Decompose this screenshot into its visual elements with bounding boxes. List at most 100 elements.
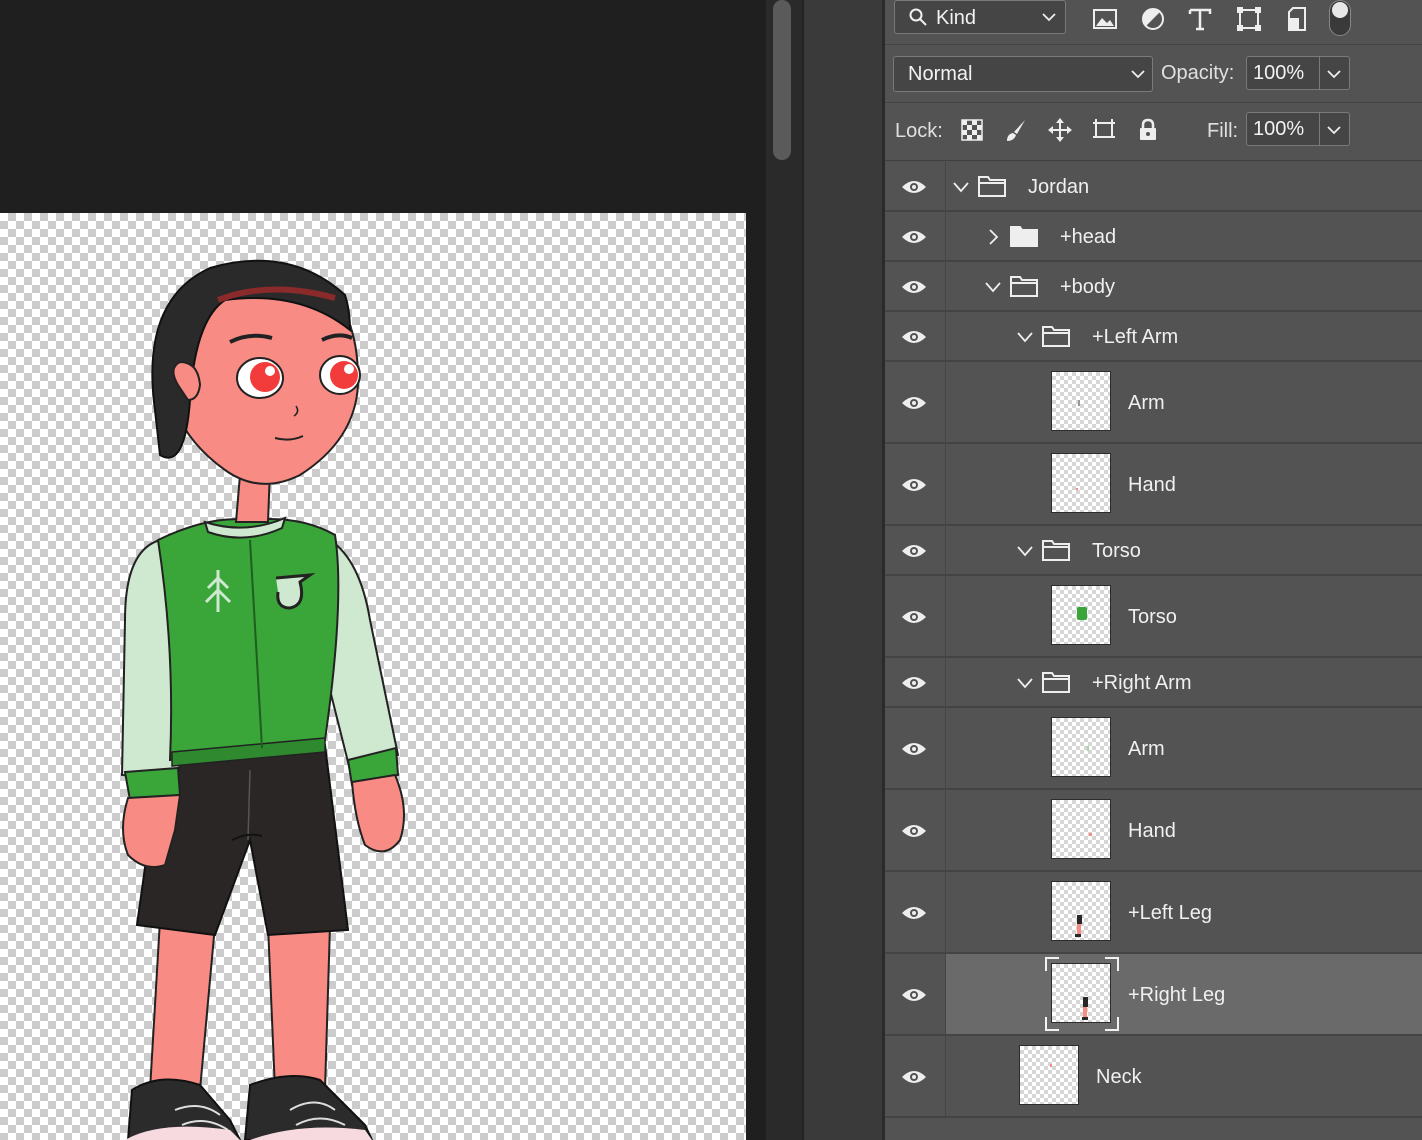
chevron-down-icon[interactable] [953,179,969,195]
chevron-down-icon[interactable] [1017,675,1033,691]
layer-name[interactable]: +head [1060,226,1116,249]
chevron-down-icon[interactable] [1017,543,1033,559]
layer-name[interactable]: Torso [1128,606,1177,629]
chevron-down-icon[interactable] [1017,329,1033,345]
visibility-eye-icon[interactable] [901,229,927,245]
layer-row-head[interactable]: +head [885,212,1422,262]
layer-name[interactable]: +Right Leg [1128,984,1225,1007]
visibility-eye-icon[interactable] [901,987,927,1003]
folder-icon [1042,326,1070,347]
layer-name[interactable]: Hand [1128,820,1176,843]
visibility-eye-icon[interactable] [901,477,927,493]
fill-input[interactable]: 100% [1246,112,1320,146]
visibility-eye-icon[interactable] [901,543,927,559]
folder-icon [1042,540,1070,561]
shape-filter-icon[interactable] [1234,4,1264,34]
layer-row-right-leg[interactable]: +Right Leg [885,954,1422,1036]
selection-corner [1045,1017,1059,1031]
chevron-down-icon [1042,13,1056,22]
lock-all-icon[interactable] [1135,117,1161,143]
layer-row-left-leg[interactable]: +Left Leg [885,872,1422,954]
document-canvas[interactable] [0,213,746,1140]
lock-artboard-icon[interactable] [1091,117,1117,143]
opacity-input[interactable]: 100% [1246,56,1320,90]
type-filter-icon[interactable] [1185,4,1215,34]
selection-corner [1105,957,1119,971]
layer-name[interactable]: Torso [1092,540,1141,563]
layer-thumbnail[interactable] [1051,799,1111,859]
layer-name[interactable]: Hand [1128,474,1176,497]
layer-name[interactable]: Neck [1096,1066,1142,1089]
visibility-eye-icon[interactable] [901,741,927,757]
layer-thumbnail[interactable] [1019,1045,1079,1105]
image-filter-icon[interactable] [1090,4,1120,34]
character-illustration [120,259,405,1140]
layer-row-jordan[interactable]: Jordan [885,162,1422,212]
lock-transparent-pixels-icon[interactable] [959,117,985,143]
chevron-down-icon [1327,126,1341,135]
layer-name[interactable]: +Left Leg [1128,902,1212,925]
visibility-eye-icon[interactable] [901,905,927,921]
selection-corner [1045,957,1059,971]
fill-value: 100% [1253,118,1305,140]
chevron-down-icon [1131,70,1145,79]
layer-thumbnail[interactable] [1051,453,1111,513]
smart-object-filter-icon[interactable] [1283,4,1313,34]
lock-label: Lock: [895,120,943,142]
layer-name[interactable]: +body [1060,276,1115,299]
visibility-eye-icon[interactable] [901,329,927,345]
chevron-right-icon[interactable] [985,229,1001,245]
kind-filter-dropdown[interactable]: Kind [894,0,1066,34]
visibility-eye-icon[interactable] [901,675,927,691]
layers-list: Jordan +head +body +Left Arm Arm Hand To… [885,162,1422,1118]
chevron-down-icon [1327,70,1341,79]
lock-image-pixels-icon[interactable] [1003,117,1029,143]
canvas-area[interactable] [0,0,766,1140]
layer-row-right-arm-arm[interactable]: Arm [885,708,1422,790]
layer-row-torso[interactable]: Torso [885,576,1422,658]
layer-thumbnail[interactable] [1051,371,1111,431]
chevron-down-icon[interactable] [985,279,1001,295]
layer-thumbnail[interactable] [1051,585,1111,645]
filter-toggle[interactable] [1329,0,1351,36]
adjustment-filter-icon[interactable] [1138,4,1168,34]
fill-dropdown[interactable] [1320,112,1350,146]
layer-row-neck[interactable]: Neck [885,1036,1422,1118]
layer-row-right-arm-hand[interactable]: Hand [885,790,1422,872]
layer-row-left-arm-arm[interactable]: Arm [885,362,1422,444]
folder-icon [1010,226,1038,247]
layer-thumbnail[interactable] [1051,717,1111,777]
kind-label: Kind [936,7,977,29]
opacity-dropdown[interactable] [1320,56,1350,90]
selection-corner [1105,1017,1119,1031]
layer-row-left-arm-hand[interactable]: Hand [885,444,1422,526]
blend-mode-dropdown[interactable]: Normal [893,56,1153,92]
layer-name[interactable]: Arm [1128,392,1165,415]
layer-row-right-arm[interactable]: +Right Arm [885,658,1422,708]
visibility-eye-icon[interactable] [901,1069,927,1085]
visibility-eye-icon[interactable] [901,279,927,295]
opacity-value: 100% [1253,62,1305,84]
layer-name[interactable]: +Right Arm [1092,672,1191,695]
layer-thumbnail[interactable] [1051,881,1111,941]
panel-divider [802,0,884,1140]
opacity-label: Opacity: [1161,62,1235,84]
layer-row-left-arm[interactable]: +Left Arm [885,312,1422,362]
folder-icon [1010,276,1038,297]
visibility-eye-icon[interactable] [901,823,927,839]
layer-name[interactable]: Arm [1128,738,1165,761]
layer-thumbnail[interactable] [1051,963,1111,1023]
layer-name[interactable]: +Left Arm [1092,326,1178,349]
visibility-eye-icon[interactable] [901,395,927,411]
scrollbar-thumb[interactable] [773,0,791,160]
vertical-scrollbar[interactable] [766,0,802,1140]
layer-row-body[interactable]: +body [885,262,1422,312]
visibility-eye-icon[interactable] [901,179,927,195]
visibility-eye-icon[interactable] [901,609,927,625]
layer-row-torso-group[interactable]: Torso [885,526,1422,576]
folder-icon [1042,672,1070,693]
layer-name[interactable]: Jordan [1028,176,1089,199]
lock-row: Lock: Fill: 100% [885,104,1422,161]
lock-position-icon[interactable] [1047,117,1073,143]
fill-label: Fill: [1207,120,1239,142]
